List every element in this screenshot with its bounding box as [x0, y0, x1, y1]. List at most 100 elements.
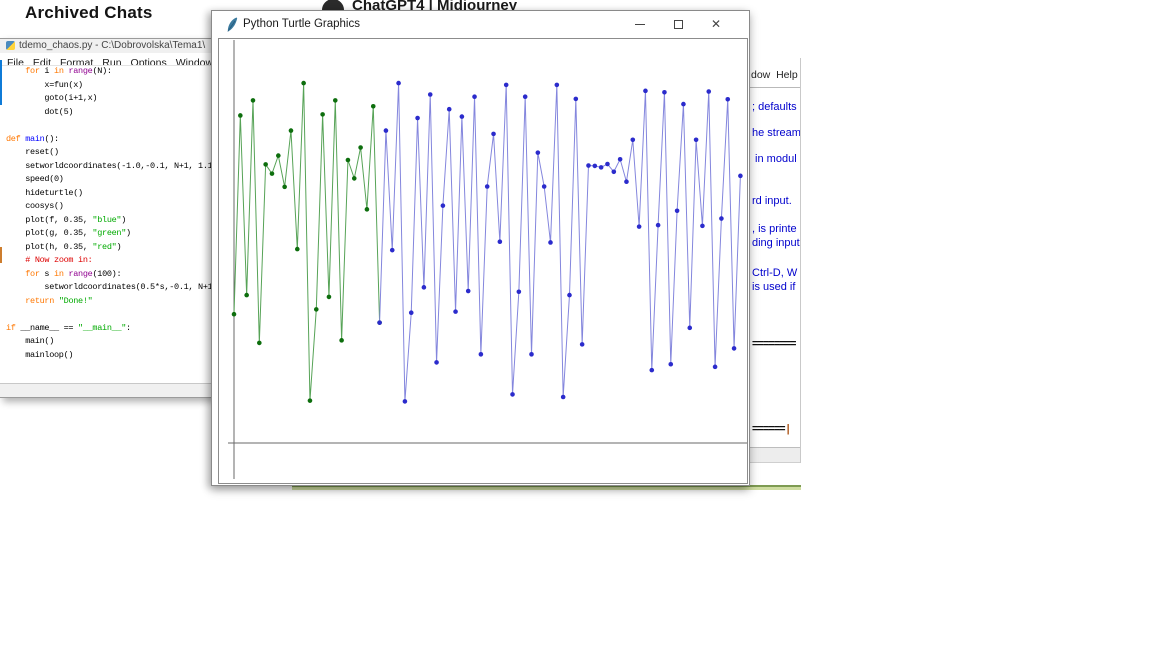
shell-line: , is printe — [752, 223, 797, 235]
blue-data-dot — [396, 81, 401, 86]
green-data-dot — [238, 113, 243, 118]
idle-shell-fragment: dow Help ; defaultshe stream in modulrd … — [748, 58, 801, 463]
green-data-dot — [251, 98, 256, 103]
green-data-dot — [289, 128, 294, 133]
blue-data-dot — [523, 94, 528, 99]
shell-menubar-fragment[interactable]: dow Help — [751, 69, 798, 81]
blue-data-dot — [713, 365, 718, 370]
blue-data-dot — [643, 89, 648, 94]
code-line: coosys() — [6, 200, 212, 214]
idle-editor-window: tdemo_chaos.py - C:\Dobrovolska\Tema1\ F… — [0, 38, 213, 398]
green-data-dot — [263, 162, 268, 167]
blue-data-dot — [618, 157, 623, 162]
blue-data-dot — [624, 179, 629, 184]
background-header-fragment: ChatGPT4 | Midjourney — [318, 0, 618, 10]
green-data-dot — [320, 112, 325, 117]
green-data-dot — [371, 104, 376, 109]
blue-data-dot — [491, 132, 496, 137]
blue-data-dot — [662, 90, 667, 95]
tk-feather-icon — [225, 17, 238, 38]
code-line: mainloop() — [6, 349, 212, 363]
blue-data-dot — [548, 240, 553, 245]
blue-data-dot — [725, 97, 730, 102]
close-button[interactable]: ✕ — [697, 11, 735, 38]
blue-data-dot — [510, 392, 515, 397]
blue-data-dot — [694, 137, 699, 142]
code-line — [6, 308, 212, 322]
code-line — [6, 119, 212, 133]
blue-data-dot — [593, 164, 598, 169]
shell-line: Ctrl-D, W — [752, 267, 797, 279]
code-line: reset() — [6, 146, 212, 160]
blue-data-dot — [637, 224, 642, 229]
blue-data-dot — [434, 360, 439, 365]
code-line: if __name__ == "__main__": — [6, 322, 212, 336]
blue-data-dot — [517, 289, 522, 294]
shell-line: he stream — [752, 127, 801, 139]
chaos-plot — [219, 39, 747, 483]
archived-chats-heading: Archived Chats — [25, 3, 153, 23]
blue-data-dot — [687, 326, 692, 331]
green-data-dot — [295, 247, 300, 252]
blue-data-dot — [504, 83, 509, 88]
blue-data-dot — [422, 285, 427, 290]
code-editor-area[interactable]: for i in range(N): x=fun(x) goto(i+1,x) … — [0, 65, 212, 382]
green-data-dot — [308, 398, 313, 403]
blue-data-dot — [681, 102, 686, 107]
code-line: plot(g, 0.35, "green") — [6, 227, 212, 241]
shell-line: in modul — [752, 153, 797, 165]
maximize-button[interactable] — [659, 11, 697, 38]
blue-data-dot — [466, 289, 471, 294]
blue-data-dot — [561, 395, 566, 400]
green-data-dot — [352, 176, 357, 181]
green-data-dot — [333, 98, 338, 103]
blue-data-dot — [485, 184, 490, 189]
blue-data-dot — [377, 320, 382, 325]
blue-series-line — [380, 83, 741, 401]
blue-data-dot — [453, 309, 458, 314]
turtle-title-bar[interactable]: Python Turtle Graphics ✕ — [212, 11, 749, 38]
blue-data-dot — [498, 239, 503, 244]
shell-menu-divider — [748, 87, 800, 88]
blue-data-dot — [599, 165, 604, 170]
idle-title-bar[interactable]: tdemo_chaos.py - C:\Dobrovolska\Tema1\ — [0, 39, 212, 53]
blue-data-dot — [479, 352, 484, 357]
green-data-dot — [358, 145, 363, 150]
blue-data-dot — [605, 162, 610, 167]
shell-line: ding input — [752, 237, 800, 249]
blue-data-dot — [409, 310, 414, 315]
blue-data-dot — [700, 224, 705, 229]
blue-data-dot — [460, 114, 465, 119]
blue-data-dot — [580, 342, 585, 347]
blue-data-dot — [675, 208, 680, 213]
blue-data-dot — [668, 362, 673, 367]
green-data-dot — [314, 307, 319, 312]
shell-line: ======== — [752, 338, 795, 350]
blue-data-dot — [586, 163, 591, 168]
blue-data-dot — [447, 107, 452, 112]
code-line: # Now zoom in: — [6, 254, 212, 268]
green-data-dot — [365, 207, 370, 212]
blue-data-dot — [630, 137, 635, 142]
code-line: setworldcoordinates(0.5*s,-0.1, N+1, 1.1… — [6, 281, 212, 295]
green-data-dot — [270, 171, 275, 176]
idle-status-bar — [0, 383, 212, 397]
blue-data-dot — [441, 203, 446, 208]
blue-data-dot — [555, 83, 560, 88]
blue-data-dot — [574, 97, 579, 102]
code-line: setworldcoordinates(-1.0,-0.1, N+1, 1.1) — [6, 160, 212, 174]
code-line: plot(h, 0.35, "red") — [6, 241, 212, 255]
python-file-icon — [6, 41, 15, 50]
green-data-dot — [232, 312, 237, 317]
shell-line: ====== | — [752, 423, 790, 435]
turtle-canvas — [218, 38, 748, 484]
blue-data-dot — [542, 184, 547, 189]
chatgpt-logo-icon — [322, 0, 344, 10]
background-orange-edge — [0, 247, 2, 263]
shell-line: rd input. — [752, 195, 792, 207]
minimize-button[interactable] — [621, 11, 659, 38]
idle-window-title: tdemo_chaos.py - C:\Dobrovolska\Tema1\ — [19, 40, 205, 51]
green-data-dot — [257, 341, 262, 346]
green-series-line — [234, 83, 380, 401]
green-data-dot — [244, 293, 249, 298]
